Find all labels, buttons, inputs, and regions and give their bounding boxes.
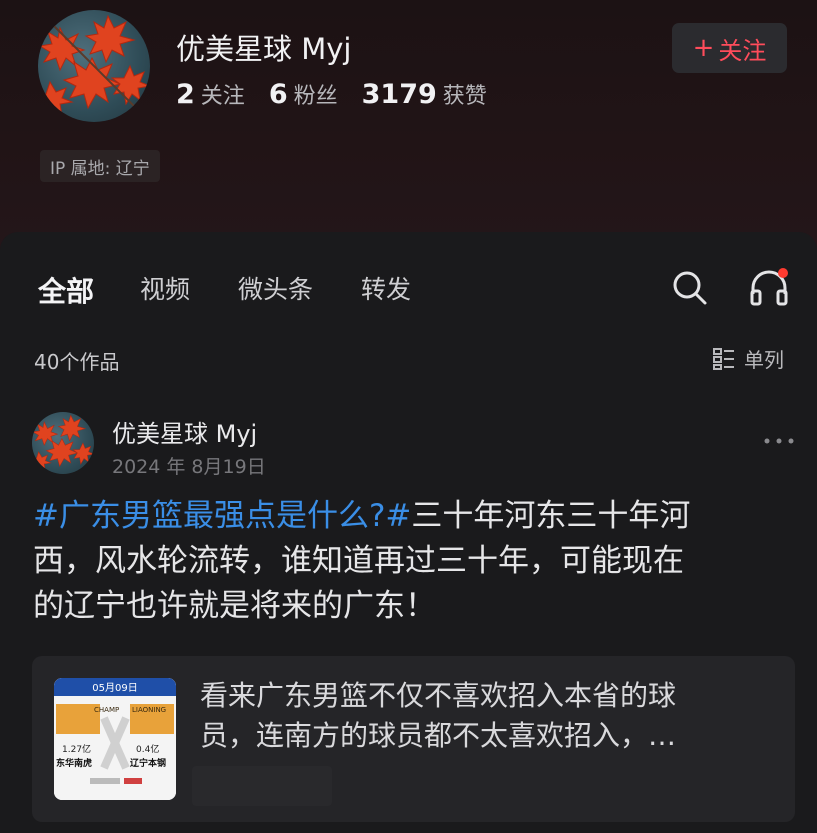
ip-location-badge: IP 属地: 辽宁 bbox=[40, 150, 160, 182]
list-view-icon bbox=[713, 347, 734, 370]
tab-repost[interactable]: 转发 bbox=[361, 270, 411, 310]
more-icon[interactable] bbox=[762, 438, 796, 444]
quote-placeholder-bar bbox=[192, 766, 332, 806]
thumbnail-right-team: 辽宁本钢 bbox=[130, 757, 166, 769]
followers-label[interactable]: 粉丝 bbox=[294, 78, 338, 110]
thumbnail-team-logo-left: CHAMP bbox=[94, 706, 119, 714]
post-text-line3: 的辽宁也许就是将来的广东！ bbox=[33, 588, 436, 624]
view-mode-toggle[interactable]: 单列 bbox=[712, 344, 784, 373]
follow-button[interactable]: + 关注 bbox=[672, 23, 787, 73]
post-hashtag[interactable]: #广东男篮最强点是什么?# bbox=[33, 498, 411, 534]
post-text-line2: 西，风水轮流转，谁知道再过三十年，可能现在 bbox=[33, 543, 684, 579]
profile-avatar[interactable] bbox=[38, 10, 150, 122]
thumbnail-team-logo-right: LIAONING bbox=[132, 706, 166, 714]
thumbnail-right-value: 0.4亿 bbox=[136, 743, 159, 755]
thumbnail-image: 05月09日 CHAMP LIAONING 1.27亿 0.4亿 东华南虎 辽宁… bbox=[54, 678, 176, 800]
quoted-article-text: 看来广东男篮不仅不喜欢招入本省的球 员，连南方的球员都不太喜欢招入，… bbox=[200, 676, 770, 756]
post-text-line1: 三十年河东三十年河 bbox=[411, 498, 691, 534]
post-author-avatar[interactable] bbox=[32, 412, 94, 474]
plus-icon: + bbox=[692, 33, 715, 63]
post-date: 2024 年 8月19日 bbox=[112, 456, 266, 478]
headset-icon[interactable] bbox=[748, 266, 790, 308]
maple-leaf-avatar-image-small bbox=[32, 414, 94, 474]
quoted-article-thumbnail: 05月09日 CHAMP LIAONING 1.27亿 0.4亿 东华南虎 辽宁… bbox=[54, 678, 176, 800]
tab-micro-headline[interactable]: 微头条 bbox=[238, 270, 313, 310]
tab-all[interactable]: 全部 bbox=[38, 270, 94, 310]
content-tabs: 全部 视频 微头条 转发 bbox=[38, 270, 459, 310]
maple-leaf-avatar-image bbox=[38, 14, 150, 122]
following-count[interactable]: 2 bbox=[176, 79, 195, 110]
thumbnail-left-team: 东华南虎 bbox=[56, 757, 92, 769]
works-count: 40个作品 bbox=[34, 350, 120, 374]
quoted-article-line2: 员，连南方的球员都不太喜欢招入，… bbox=[200, 719, 677, 752]
profile-username: 优美星球 Myj bbox=[176, 32, 352, 66]
followers-count[interactable]: 6 bbox=[269, 79, 288, 110]
quoted-article-line1: 看来广东男篮不仅不喜欢招入本省的球 bbox=[200, 679, 677, 712]
thumbnail-header: 05月09日 bbox=[92, 682, 137, 694]
likes-count: 3179 bbox=[361, 79, 437, 110]
post-text[interactable]: #广东男篮最强点是什么?#三十年河东三十年河 西，风水轮流转，谁知道再过三十年，… bbox=[33, 494, 793, 629]
view-mode-label: 单列 bbox=[744, 348, 784, 372]
tab-video[interactable]: 视频 bbox=[140, 270, 190, 310]
likes-label: 获赞 bbox=[442, 84, 487, 109]
notification-dot bbox=[778, 268, 788, 278]
following-label[interactable]: 关注 bbox=[201, 78, 245, 110]
search-icon[interactable] bbox=[670, 268, 708, 306]
follow-button-label: 关注 bbox=[718, 36, 767, 65]
post-author-name[interactable]: 优美星球 Myj bbox=[112, 414, 257, 449]
thumbnail-left-value: 1.27亿 bbox=[62, 743, 91, 755]
profile-stats: 2 关注 6 粉丝 3179 获赞 bbox=[176, 78, 511, 110]
